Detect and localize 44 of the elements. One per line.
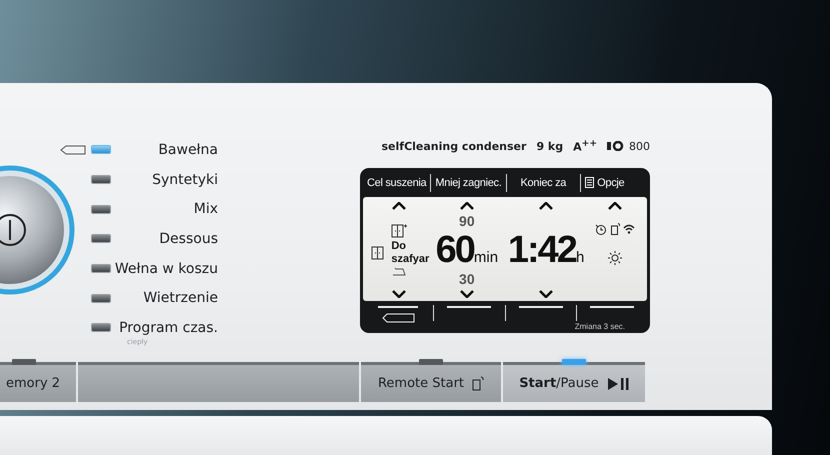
sun-icon	[608, 251, 622, 265]
display-tab[interactable]: Opcje	[581, 174, 628, 192]
timer-icon	[594, 223, 608, 235]
start-pause-button[interactable]: Start/Pause	[503, 362, 645, 402]
program-label[interactable]: Wietrzenie	[110, 290, 218, 306]
capacity-label: 9 kg	[536, 140, 564, 152]
play-pause-icon	[606, 376, 629, 390]
wifi-icon	[623, 224, 636, 234]
chevron-up-icon	[539, 202, 554, 210]
blank-button[interactable]	[78, 362, 359, 402]
iron-icon	[392, 267, 406, 276]
duration-min: 30	[459, 271, 475, 287]
program-label[interactable]: Syntetyki	[110, 172, 218, 188]
display-tab[interactable]: Mniej zagniec.	[431, 174, 506, 192]
chevron-down-icon	[539, 290, 554, 298]
end-time-value: 1:42h	[508, 231, 584, 269]
list-icon	[585, 177, 594, 188]
program-label[interactable]: Wełna w koszu	[110, 260, 218, 277]
program-label[interactable]: Program czas.	[110, 320, 218, 336]
phone-icon	[472, 376, 484, 391]
chevron-up-icon	[460, 202, 474, 210]
hint-text: Zmiana 3 sec.	[574, 322, 625, 331]
remote-start-button[interactable]: Remote Start	[361, 362, 501, 402]
drying-target: Do szafyar	[391, 240, 428, 266]
model-name: selfCleaning condenser	[382, 140, 526, 152]
chevron-up-icon	[392, 202, 406, 210]
program-label[interactable]: Dessous	[110, 230, 218, 247]
chevron-up-icon	[608, 202, 622, 210]
energy-class: A$^{++}$	[573, 138, 597, 154]
display-tab[interactable]: Koniec za	[506, 174, 580, 192]
series-logo-icon	[607, 141, 625, 151]
chevron-down-icon	[460, 290, 474, 298]
wardrobe-icon	[391, 224, 408, 238]
chevron-down-icon	[392, 290, 406, 298]
program-label[interactable]: Mix	[110, 201, 218, 218]
back-tag-icon[interactable]	[376, 306, 420, 324]
memory-button[interactable]: emory 2	[0, 362, 76, 402]
series-number: 800	[629, 140, 650, 152]
duration-max: 90	[459, 213, 475, 229]
display-tab[interactable]: Cel suszenia	[363, 174, 430, 192]
tag-icon	[60, 144, 86, 155]
duration-value: 60min	[436, 231, 498, 269]
phone-icon	[611, 223, 620, 235]
program-label[interactable]: Bawełna	[110, 142, 218, 158]
